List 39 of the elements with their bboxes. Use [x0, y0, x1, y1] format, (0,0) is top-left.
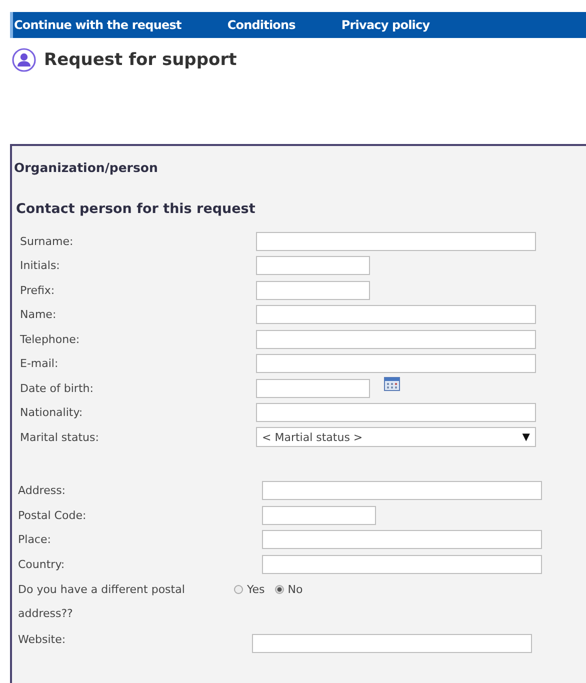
- field-label: Name:: [19, 308, 58, 322]
- field-label: Address:: [17, 484, 67, 498]
- nav-link[interactable]: Privacy policy: [341, 18, 430, 32]
- page-title: Request for support: [44, 50, 237, 70]
- input-field[interactable]: [252, 634, 532, 652]
- input-field[interactable]: [262, 481, 542, 500]
- field-label: Country:: [17, 558, 66, 571]
- input-field[interactable]: [256, 280, 370, 300]
- input-field[interactable]: [262, 554, 542, 574]
- field-label: Website:: [17, 632, 67, 646]
- field-label: Postal Code:: [17, 508, 88, 522]
- field-label: Marital status:: [19, 430, 100, 444]
- field-label: Prefix:: [19, 284, 56, 297]
- field-label: Initials:: [19, 259, 61, 272]
- input-field[interactable]: [262, 506, 376, 525]
- section-heading: Organization/person: [14, 160, 159, 175]
- input-field[interactable]: [256, 232, 536, 251]
- nav-link[interactable]: Continue with the request: [14, 18, 182, 32]
- input-field[interactable]: [256, 403, 536, 422]
- marital-status-dropdown[interactable]: < Martial status > ▼: [256, 427, 536, 448]
- input-field[interactable]: [262, 530, 542, 550]
- radio-option[interactable]: Yes: [234, 582, 265, 596]
- input-field[interactable]: [256, 330, 536, 349]
- field-label: E-mail:: [19, 357, 60, 370]
- field-label: Place:: [17, 533, 52, 546]
- input-field[interactable]: [256, 354, 536, 374]
- nav-link[interactable]: Conditions: [227, 18, 296, 32]
- date-field[interactable]: [256, 378, 370, 398]
- field-label: Date of birth:: [19, 382, 94, 395]
- subsection-heading: Contact person for this request: [16, 201, 256, 217]
- radio-option[interactable]: No: [274, 582, 303, 596]
- user-icon: [12, 48, 36, 72]
- field-label: Telephone:: [19, 332, 81, 346]
- input-field[interactable]: [256, 305, 536, 324]
- calendar-icon[interactable]: [384, 377, 400, 392]
- input-field[interactable]: [256, 256, 370, 276]
- field-label: Do you have a different postal address??: [17, 582, 186, 622]
- field-label: Nationality:: [19, 406, 84, 420]
- field-label: Surname:: [19, 234, 74, 248]
